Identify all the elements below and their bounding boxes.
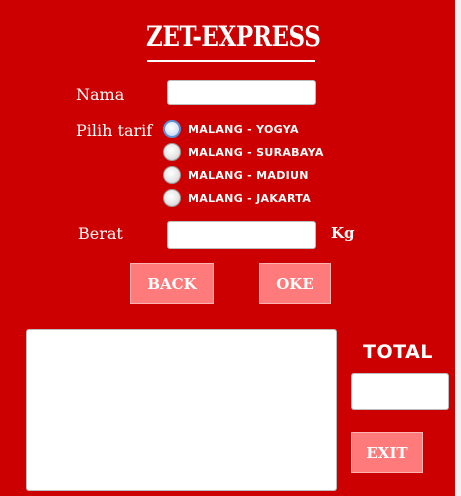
berat-input[interactable] xyxy=(167,221,316,249)
berat-label: Berat xyxy=(78,224,123,243)
radio-button[interactable] xyxy=(163,189,181,207)
unit-label: Kg xyxy=(331,224,355,242)
radio-label-surabaya: MALANG - SURABAYA xyxy=(188,145,324,159)
radio-label-yogya: MALANG - YOGYA xyxy=(188,122,299,136)
radio-button[interactable] xyxy=(163,143,181,161)
output-textarea[interactable] xyxy=(26,329,337,491)
total-label: TOTAL xyxy=(363,341,433,363)
nama-input[interactable] xyxy=(167,80,316,105)
tarif-label: Pilih tarif xyxy=(76,121,153,140)
radio-label-jakarta: MALANG - JAKARTA xyxy=(188,191,312,205)
radio-label-madiun: MALANG - MADIUN xyxy=(188,168,309,182)
app-title: ZET-EXPRESS xyxy=(146,20,321,53)
radio-option-surabaya[interactable]: MALANG - SURABAYA xyxy=(163,142,324,162)
form-panel: ZET-EXPRESS Nama Pilih tarif MALANG - YO… xyxy=(0,0,455,496)
title-underline xyxy=(147,60,315,62)
radio-option-madiun[interactable]: MALANG - MADIUN xyxy=(163,165,309,185)
window-edge xyxy=(455,0,461,496)
exit-button[interactable]: EXIT xyxy=(351,432,423,473)
back-button[interactable]: BACK xyxy=(130,263,214,304)
radio-button[interactable] xyxy=(163,120,181,138)
radio-option-jakarta[interactable]: MALANG - JAKARTA xyxy=(163,188,311,208)
total-field[interactable] xyxy=(351,373,449,410)
nama-label: Nama xyxy=(76,85,125,104)
radio-button[interactable] xyxy=(163,166,181,184)
radio-option-yogya[interactable]: MALANG - YOGYA xyxy=(163,119,299,139)
oke-button[interactable]: OKE xyxy=(259,263,331,304)
